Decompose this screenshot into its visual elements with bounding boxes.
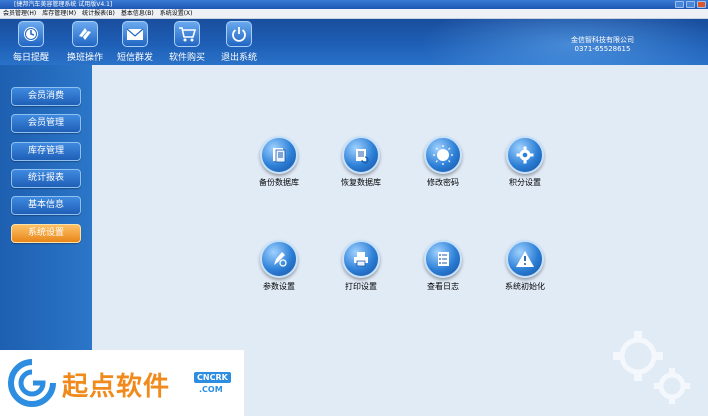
- exit-system-label: 退出系统: [220, 53, 257, 63]
- shift-change-label: 换班操作: [66, 53, 103, 63]
- sidebar: 会员消费 会员管理 库存管理 统计报表 基本信息 系统设置: [0, 65, 92, 351]
- decorative-gears: [613, 331, 690, 404]
- backup-database-tile[interactable]: 备份数据库: [244, 136, 314, 188]
- restore-database-tile[interactable]: 恢复数据库: [326, 136, 396, 188]
- daily-reminder-button[interactable]: 每日提醒: [6, 21, 56, 63]
- watermark-logo: 起点软件 CNCRK .COM: [0, 350, 244, 416]
- company-phone: 0371-65528615: [574, 45, 631, 53]
- buy-software-label: 软件购买: [168, 53, 205, 63]
- change-password-tile[interactable]: 修改密码: [408, 136, 478, 188]
- print-settings-label: 打印设置: [345, 282, 377, 291]
- menu-member[interactable]: 会员管理(H): [0, 9, 39, 18]
- maximize-button[interactable]: [686, 1, 695, 8]
- shift-change-button[interactable]: 换班操作: [60, 21, 110, 63]
- sun-icon: [424, 136, 462, 174]
- notebook-icon: [424, 240, 462, 278]
- daily-reminder-label: 每日提醒: [12, 53, 49, 63]
- window-title: [捷邦汽车美容管理系统 试用版V4.1]: [14, 1, 113, 8]
- menu-inventory[interactable]: 库存管理(M): [39, 9, 79, 18]
- change-password-label: 修改密码: [427, 178, 459, 187]
- sms-broadcast-button[interactable]: 短信群发: [110, 21, 160, 63]
- system-init-label: 系统初始化: [505, 282, 545, 291]
- restore-icon: [342, 136, 380, 174]
- power-icon: [226, 21, 252, 47]
- sms-broadcast-label: 短信群发: [116, 53, 153, 63]
- cncrk-logo-icon: [8, 359, 56, 407]
- warning-icon: [506, 240, 544, 278]
- document-icon: [260, 136, 298, 174]
- watermark-domain: .COM: [199, 385, 223, 394]
- sidebar-item-member-consumption[interactable]: 会员消费: [11, 87, 81, 106]
- sidebar-item-inventory[interactable]: 库存管理: [11, 142, 81, 161]
- watermark-badge: CNCRK: [194, 372, 231, 383]
- toolbar-glow: [420, 19, 708, 65]
- sidebar-item-basic-info[interactable]: 基本信息: [11, 196, 81, 215]
- menu-basic-info[interactable]: 基本信息(B): [118, 9, 157, 18]
- minimize-button[interactable]: [675, 1, 684, 8]
- pen-icon: [260, 240, 298, 278]
- buy-software-button[interactable]: 软件购买: [162, 21, 212, 63]
- gear-icon: [506, 136, 544, 174]
- view-log-tile[interactable]: 查看日志: [408, 240, 478, 292]
- restore-database-label: 恢复数据库: [341, 178, 381, 187]
- clock-icon: [18, 21, 44, 47]
- sidebar-item-reports[interactable]: 统计报表: [11, 169, 81, 188]
- envelope-icon: [122, 21, 148, 47]
- view-log-label: 查看日志: [427, 282, 459, 291]
- cart-icon: [174, 21, 200, 47]
- company-name: 金信智科技有限公司: [571, 36, 634, 44]
- sidebar-item-member-management[interactable]: 会员管理: [11, 114, 81, 133]
- print-settings-tile[interactable]: 打印设置: [326, 240, 396, 292]
- swap-icon: [72, 21, 98, 47]
- watermark-text: 起点软件: [62, 372, 171, 402]
- system-init-tile[interactable]: 系统初始化: [490, 240, 560, 292]
- parameter-settings-label: 参数设置: [263, 282, 295, 291]
- window-controls: [675, 1, 706, 8]
- menu-settings[interactable]: 系统设置(X): [157, 9, 196, 18]
- points-settings-tile[interactable]: 积分设置: [490, 136, 560, 188]
- toolbar: 每日提醒 换班操作 短信群发 软件购买 退出系统 金信智科技有限公司 0371-…: [0, 19, 708, 65]
- parameter-settings-tile[interactable]: 参数设置: [244, 240, 314, 292]
- points-settings-label: 积分设置: [509, 178, 541, 187]
- company-info: 金信智科技有限公司 0371-65528615: [571, 36, 634, 54]
- printer-icon: [342, 240, 380, 278]
- menu-bar: 会员管理(H) 库存管理(M) 统计报表(B) 基本信息(B) 系统设置(X): [0, 9, 708, 19]
- title-bar: [捷邦汽车美容管理系统 试用版V4.1]: [0, 0, 708, 9]
- backup-database-label: 备份数据库: [259, 178, 299, 187]
- menu-reports[interactable]: 统计报表(B): [79, 9, 118, 18]
- close-button[interactable]: [697, 1, 706, 8]
- sidebar-item-system-settings[interactable]: 系统设置: [11, 224, 81, 243]
- exit-system-button[interactable]: 退出系统: [214, 21, 264, 63]
